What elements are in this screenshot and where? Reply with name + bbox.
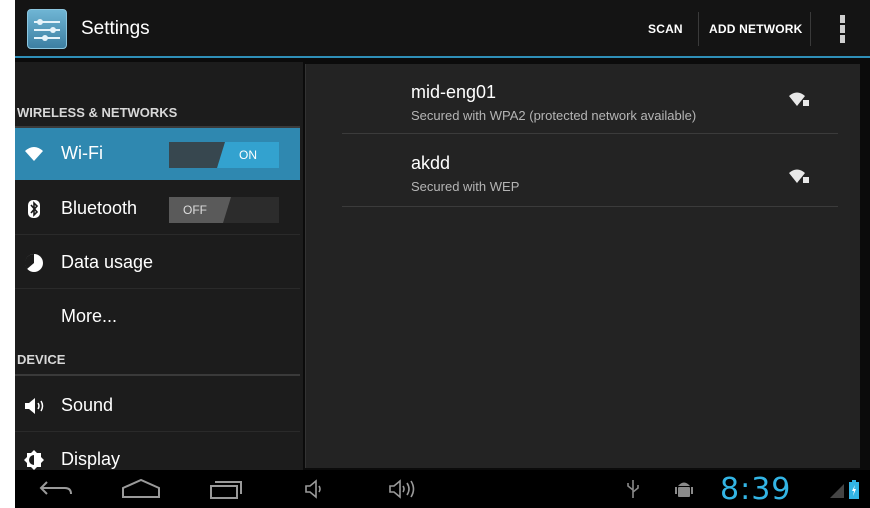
divider: [810, 12, 811, 46]
sidebar-item-data-usage[interactable]: Data usage: [15, 237, 300, 289]
list-item-network[interactable]: akdd Secured with WEP: [342, 137, 838, 207]
sidebar-item-label: Data usage: [61, 252, 154, 272]
bluetooth-icon: [23, 198, 45, 220]
wifi-lock-icon: [788, 167, 810, 185]
sidebar-item-label: Sound: [61, 395, 114, 415]
sidebar-item-more[interactable]: More...: [15, 291, 300, 343]
battery-charging-icon: [848, 478, 860, 500]
recent-apps-icon[interactable]: [209, 478, 243, 500]
section-header-device: DEVICE: [17, 352, 66, 367]
network-security: Secured with WPA2 (protected network ava…: [411, 108, 697, 123]
action-bar: Settings SCAN ADD NETWORK: [15, 0, 870, 58]
status-clock: 8:39: [720, 472, 792, 507]
list-item-network[interactable]: mid-eng01 Secured with WPA2 (protected n…: [342, 64, 838, 134]
system-bar: 8:39: [15, 470, 870, 508]
wifi-network-list: mid-eng01 Secured with WPA2 (protected n…: [305, 64, 860, 468]
wifi-icon: [23, 143, 45, 165]
toggle-state: ON: [239, 148, 257, 162]
divider: [698, 12, 699, 46]
wifi-lock-icon: [788, 90, 810, 108]
sidebar-item-label: More...: [61, 306, 118, 326]
volume-up-icon[interactable]: [387, 478, 419, 500]
divider: [15, 374, 300, 376]
data-usage-icon: [23, 252, 45, 274]
page-title: Settings: [81, 18, 150, 39]
overflow-menu-icon[interactable]: [838, 14, 846, 44]
add-network-button[interactable]: ADD NETWORK: [709, 22, 803, 36]
display-icon: [23, 449, 45, 471]
sidebar-item-label: Display: [61, 449, 121, 469]
bluetooth-toggle[interactable]: OFF: [169, 197, 279, 223]
settings-sidebar: WIRELESS & NETWORKS Wi-Fi ON Bluetooth O…: [15, 62, 303, 470]
toggle-state: OFF: [183, 203, 207, 217]
android-screen: Settings SCAN ADD NETWORK WIRELESS & NET…: [15, 0, 870, 508]
network-ssid: mid-eng01: [411, 82, 497, 102]
wifi-toggle[interactable]: ON: [169, 142, 279, 168]
sidebar-item-sound[interactable]: Sound: [15, 380, 300, 432]
usb-icon: [625, 478, 641, 500]
sidebar-item-label: Bluetooth: [61, 198, 138, 218]
speaker-icon: [23, 395, 45, 417]
network-security: Secured with WEP: [411, 179, 520, 194]
android-debug-icon: [675, 478, 693, 500]
section-header-wireless: WIRELESS & NETWORKS: [17, 105, 178, 120]
network-ssid: akdd: [411, 153, 451, 173]
scan-button[interactable]: SCAN: [648, 22, 683, 36]
sidebar-item-label: Wi-Fi: [61, 143, 103, 163]
home-icon[interactable]: [119, 478, 163, 500]
sidebar-item-wifi[interactable]: Wi-Fi ON: [15, 128, 300, 180]
settings-app-icon[interactable]: [27, 9, 67, 49]
back-icon[interactable]: [39, 478, 75, 500]
volume-down-icon[interactable]: [303, 478, 327, 500]
sidebar-item-bluetooth[interactable]: Bluetooth OFF: [15, 183, 300, 235]
cell-signal-icon: [829, 478, 845, 500]
